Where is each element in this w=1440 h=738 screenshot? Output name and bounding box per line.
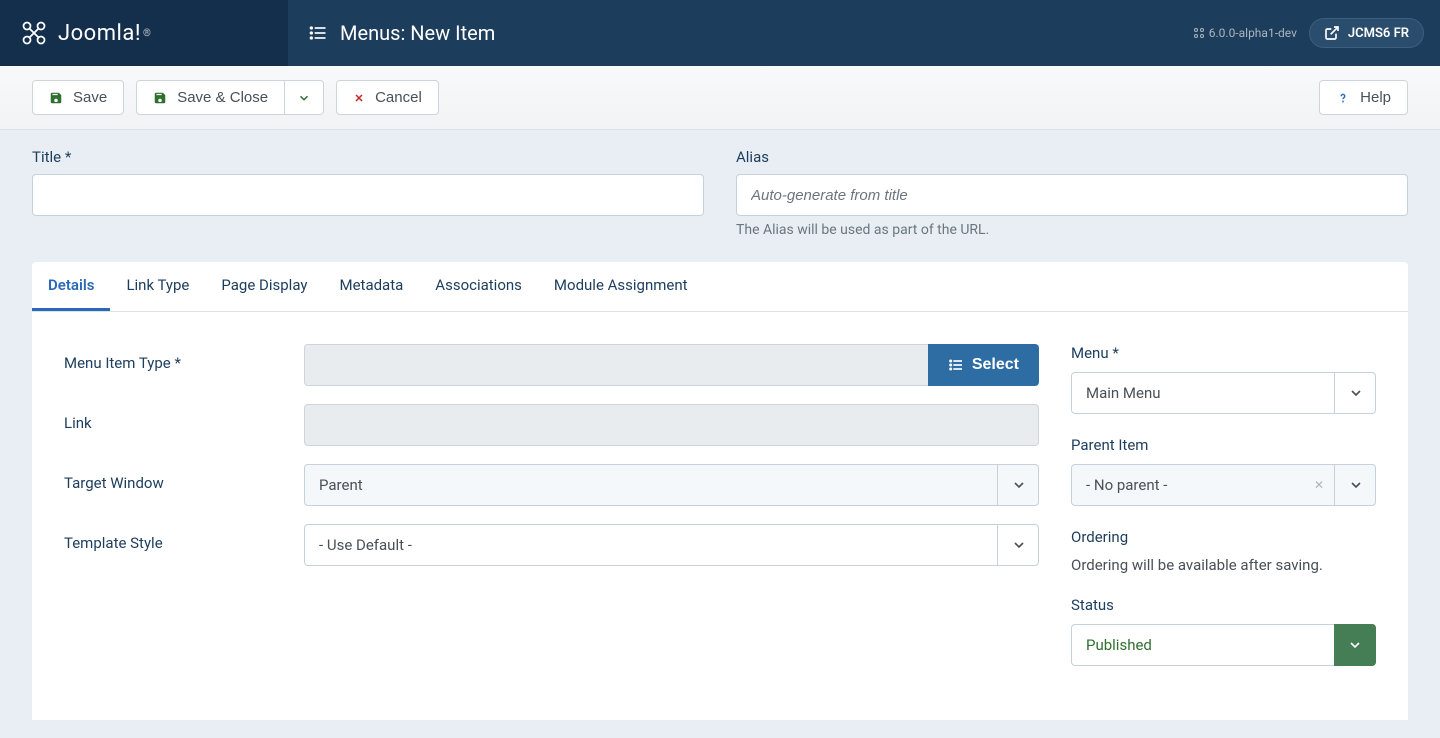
header-right: 6.0.0-alpha1-dev JCMS6 FR <box>1177 18 1440 48</box>
ordering-field: Ordering Ordering will be available afte… <box>1071 528 1376 574</box>
tab-content: Menu Item Type * <box>32 312 1408 720</box>
title-label: Title * <box>32 148 704 166</box>
logo-text: Joomla! <box>58 21 141 46</box>
tab-details[interactable]: Details <box>32 262 110 311</box>
cancel-button[interactable]: Cancel <box>336 80 439 115</box>
toolbar-right: Help <box>1319 80 1408 115</box>
save-icon <box>49 91 63 105</box>
tab-associations[interactable]: Associations <box>419 262 538 311</box>
status-select[interactable]: Published <box>1071 624 1376 666</box>
admin-header: Joomla! ® Menus: New Item 6.0.0-alpha1-d… <box>0 0 1440 66</box>
link-row: Link <box>64 404 1039 446</box>
template-style-label: Template Style <box>64 524 304 552</box>
version-text[interactable]: 6.0.0-alpha1-dev <box>1193 26 1297 40</box>
ordering-label: Ordering <box>1071 528 1376 546</box>
list-icon <box>948 357 964 373</box>
title-input[interactable] <box>32 174 704 216</box>
help-button[interactable]: Help <box>1319 80 1408 115</box>
close-icon <box>353 92 365 104</box>
page-title: Menus: New Item <box>340 21 495 45</box>
tab-metadata[interactable]: Metadata <box>323 262 419 311</box>
tab-link-type[interactable]: Link Type <box>110 262 205 311</box>
target-window-label: Target Window <box>64 464 304 492</box>
joomla-logo-icon <box>20 19 48 47</box>
save-close-group: Save & Close <box>136 80 324 115</box>
status-field: Status Published <box>1071 596 1376 666</box>
menu-field: Menu * Main Menu <box>1071 344 1376 414</box>
alias-field: Alias The Alias will be used as part of … <box>736 148 1408 238</box>
trademark: ® <box>143 28 151 39</box>
template-style-row: Template Style - Use Default - <box>64 524 1039 566</box>
menu-item-type-row: Menu Item Type * <box>64 344 1039 386</box>
parent-label: Parent Item <box>1071 436 1376 454</box>
link-display <box>304 404 1039 446</box>
menu-label: Menu * <box>1071 344 1376 362</box>
ordering-text: Ordering will be available after saving. <box>1071 556 1376 574</box>
content: Title * Alias The Alias will be used as … <box>0 130 1440 738</box>
title-section: Menus: New Item <box>288 21 1177 45</box>
status-label: Status <box>1071 596 1376 614</box>
parent-field: Parent Item - No parent - ✕ <box>1071 436 1376 506</box>
tabs-wrapper: Details Link Type Page Display Metadata … <box>32 262 1408 720</box>
alias-input[interactable] <box>736 174 1408 216</box>
help-icon <box>1336 91 1350 105</box>
top-fields: Title * Alias The Alias will be used as … <box>32 148 1408 238</box>
menu-item-type-label: Menu Item Type * <box>64 344 304 372</box>
toolbar-left: Save Save & Close <box>32 80 439 115</box>
side-column: Menu * Main Menu Parent Item - No parent… <box>1071 344 1376 688</box>
menu-item-type-display <box>304 344 928 386</box>
menu-select[interactable]: Main Menu <box>1071 372 1376 414</box>
alias-label: Alias <box>736 148 1408 166</box>
site-badge[interactable]: JCMS6 FR <box>1309 18 1424 48</box>
tab-module-assignment[interactable]: Module Assignment <box>538 262 704 311</box>
template-style-select[interactable]: - Use Default - <box>304 524 1039 566</box>
save-icon <box>153 91 167 105</box>
main-column: Menu Item Type * <box>64 344 1039 688</box>
select-type-button[interactable]: Select <box>928 344 1039 386</box>
toolbar: Save Save & Close <box>0 66 1440 130</box>
tabs: Details Link Type Page Display Metadata … <box>32 262 1408 312</box>
save-dropdown-button[interactable] <box>285 80 324 115</box>
clear-icon[interactable]: ✕ <box>1314 478 1324 492</box>
logo-section[interactable]: Joomla! ® <box>0 0 288 66</box>
external-link-icon <box>1324 25 1340 41</box>
chevron-down-icon <box>297 91 311 105</box>
target-window-row: Target Window Parent <box>64 464 1039 506</box>
parent-select[interactable]: - No parent - ✕ <box>1071 464 1376 506</box>
save-close-button[interactable]: Save & Close <box>136 80 285 115</box>
target-window-select[interactable]: Parent <box>304 464 1039 506</box>
save-button[interactable]: Save <box>32 80 124 115</box>
title-field: Title * <box>32 148 704 238</box>
link-label: Link <box>64 404 304 432</box>
list-icon <box>308 23 328 43</box>
tab-page-display[interactable]: Page Display <box>205 262 323 311</box>
alias-help: The Alias will be used as part of the UR… <box>736 222 1408 238</box>
